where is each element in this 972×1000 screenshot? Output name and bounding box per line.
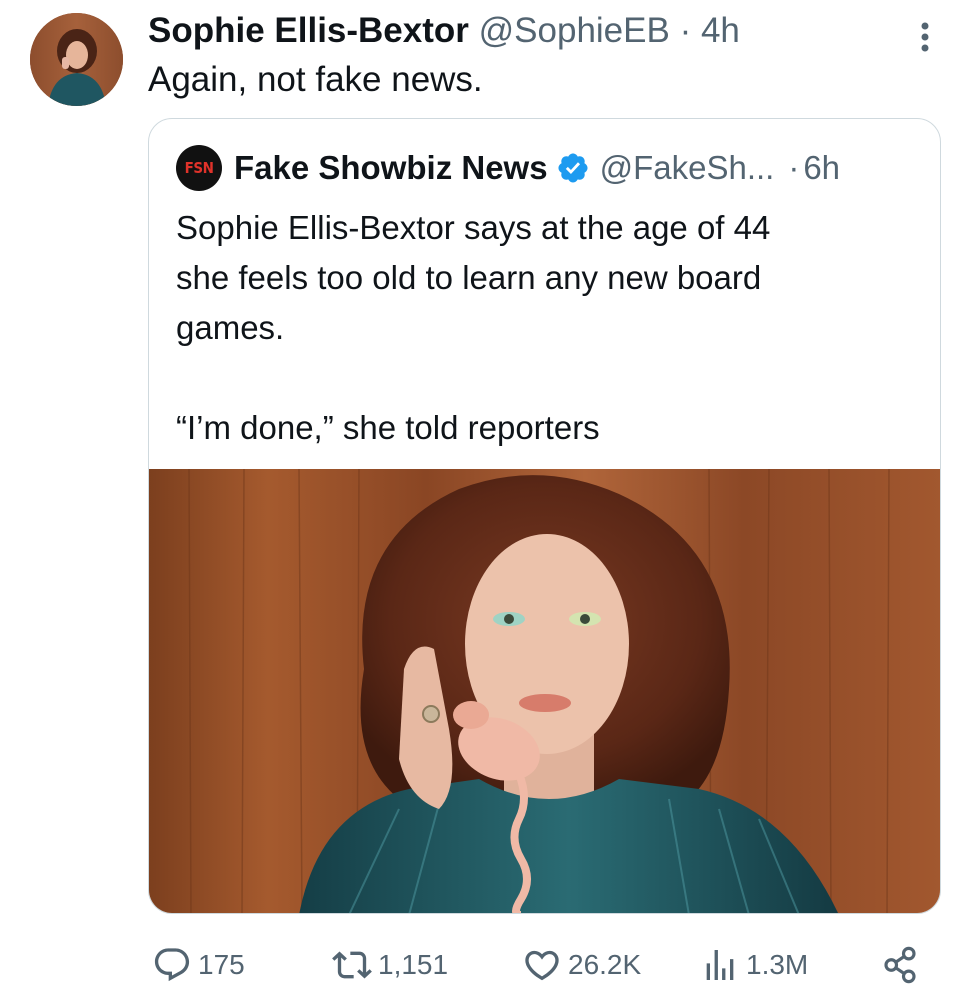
- tweet-header: Sophie Ellis-Bextor @SophieEB · 4h: [148, 10, 740, 52]
- author-name[interactable]: Sophie Ellis-Bextor: [148, 11, 469, 50]
- reply-count: 175: [198, 949, 245, 980]
- repost-count: 1,151: [378, 949, 449, 980]
- author-avatar[interactable]: [30, 13, 123, 106]
- verified-badge-icon: [556, 151, 590, 185]
- tweet-actions: 175 1,151 26.2K 1.3M: [150, 942, 930, 988]
- tweet-timestamp[interactable]: 4h: [701, 11, 740, 50]
- views-button[interactable]: 1.3M: [698, 942, 808, 988]
- quoted-timestamp[interactable]: 6h: [803, 149, 840, 187]
- heart-icon: [525, 950, 559, 981]
- repost-button[interactable]: 1,151: [330, 942, 448, 988]
- quoted-author-name[interactable]: Fake Showbiz News: [234, 149, 548, 187]
- more-options-button[interactable]: [905, 14, 945, 58]
- reply-icon: [154, 948, 190, 982]
- analytics-icon: [706, 950, 734, 980]
- reply-button[interactable]: 175: [150, 942, 245, 988]
- share-button[interactable]: [878, 942, 926, 988]
- like-count: 26.2K: [568, 949, 642, 980]
- quoted-tweet-header: FSN Fake Showbiz News @FakeSh... · 6h: [176, 145, 840, 191]
- fsn-logo-text: FSN: [184, 159, 214, 177]
- quoted-tweet-image[interactable]: [149, 469, 940, 913]
- repost-icon: [332, 951, 372, 979]
- author-handle[interactable]: @SophieEB: [479, 11, 670, 50]
- share-icon: [884, 946, 916, 984]
- quoted-tweet-card[interactable]: FSN Fake Showbiz News @FakeSh... · 6h So…: [148, 118, 941, 914]
- tweet-text: Again, not fake news.: [148, 60, 483, 99]
- quoted-author-avatar[interactable]: FSN: [176, 145, 222, 191]
- quoted-separator-dot: ·: [788, 149, 800, 186]
- avatar-photo-icon: [30, 13, 123, 106]
- separator-dot: ·: [679, 11, 692, 50]
- photo-icon: [149, 469, 940, 913]
- like-button[interactable]: 26.2K: [520, 942, 641, 988]
- more-vertical-icon: [921, 22, 929, 52]
- quoted-tweet-text: Sophie Ellis-Bextor says at the age of 4…: [176, 209, 771, 446]
- quoted-author-handle[interactable]: @FakeSh...: [600, 149, 775, 187]
- views-count: 1.3M: [746, 949, 809, 980]
